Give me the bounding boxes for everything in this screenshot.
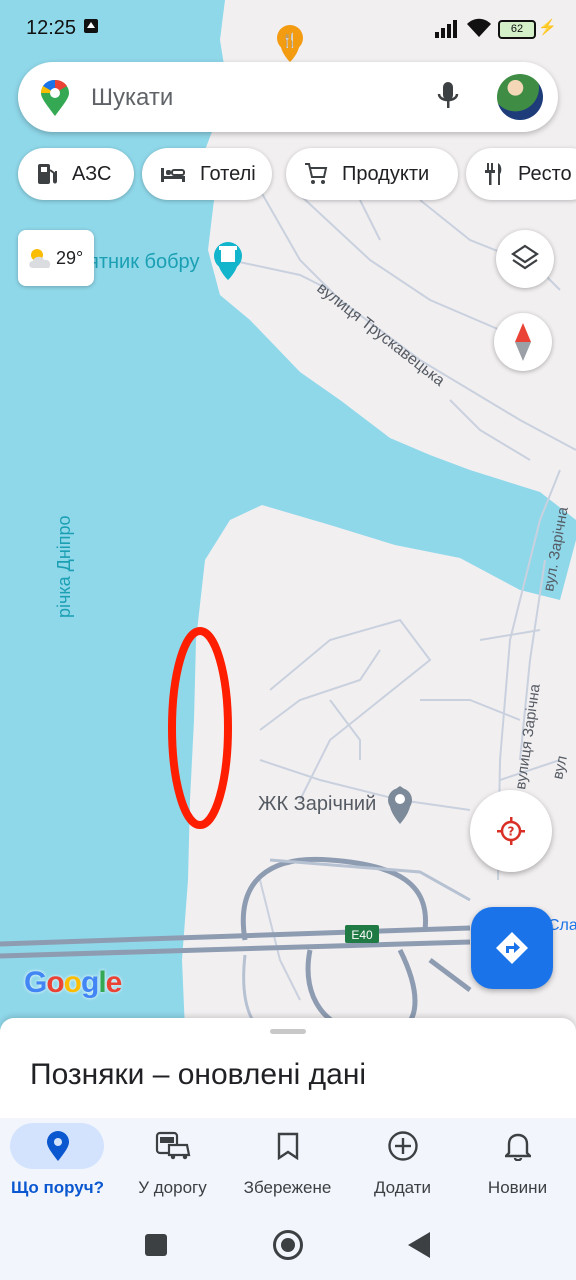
nav-explore[interactable]: Що поруч? xyxy=(0,1118,115,1210)
chip-groceries[interactable]: Продукти xyxy=(286,148,458,200)
my-location-button[interactable]: ? xyxy=(470,790,552,872)
system-navigation-bar xyxy=(0,1210,576,1280)
bottom-sheet[interactable]: Позняки – оновлені дані xyxy=(0,1018,576,1118)
chip-gas-stations[interactable]: АЗС xyxy=(18,148,134,200)
map-label-zk-zarichnyi: ЖК Зарічний xyxy=(258,793,376,815)
cart-icon xyxy=(305,163,328,184)
nav-contribute[interactable]: Додати xyxy=(345,1118,460,1210)
partly-cloudy-icon xyxy=(29,249,51,268)
maps-logo-icon xyxy=(40,80,69,116)
chip-restaurants[interactable]: Ресто xyxy=(466,148,576,200)
back-button[interactable] xyxy=(408,1232,430,1258)
nav-go[interactable]: У дорогу xyxy=(115,1118,230,1210)
chip-hotels[interactable]: Готелі xyxy=(142,148,272,200)
recent-apps-button[interactable] xyxy=(145,1234,167,1256)
layers-icon xyxy=(511,244,539,270)
nav-label: У дорогу xyxy=(138,1178,207,1197)
location-target-icon: ? xyxy=(497,817,525,845)
bottom-navigation: Що поруч? У дорогу Збережене Додати Нови… xyxy=(0,1118,576,1210)
upload-icon xyxy=(84,19,98,33)
status-bar: 12:25 62 ⚡ xyxy=(0,0,576,58)
home-dot xyxy=(281,1238,295,1252)
weather-widget[interactable]: 29° xyxy=(18,230,94,286)
hotel-bed-icon xyxy=(161,168,185,182)
chip-label: АЗС xyxy=(72,162,112,185)
gas-station-icon xyxy=(38,164,57,184)
search-bar[interactable]: Шукати xyxy=(18,62,558,132)
map-label-beaver-monument: ятник бобру xyxy=(88,251,199,273)
restaurant-icon xyxy=(485,163,502,185)
bookmark-icon xyxy=(268,1126,308,1166)
chip-label: Готелі xyxy=(200,162,256,185)
avatar[interactable] xyxy=(497,74,543,120)
status-time: 12:25 xyxy=(26,17,77,39)
weather-temperature: 29° xyxy=(56,248,84,268)
compass-button[interactable] xyxy=(494,313,552,371)
search-input[interactable]: Шукати xyxy=(91,84,173,112)
directions-button[interactable] xyxy=(471,907,553,989)
microphone-icon[interactable] xyxy=(436,80,460,114)
nav-saved[interactable]: Збережене xyxy=(230,1118,345,1210)
directions-icon xyxy=(496,932,528,964)
nav-label: Додати xyxy=(373,1178,432,1197)
svg-text:?: ? xyxy=(508,825,515,839)
compass-icon xyxy=(515,323,531,361)
bell-icon xyxy=(498,1126,538,1166)
signal-icon xyxy=(435,20,457,38)
highway-shield-e40: E40 xyxy=(351,928,373,942)
map-label-dnipro: річка Дніпро xyxy=(54,515,74,618)
nav-updates[interactable]: Новини xyxy=(460,1118,575,1210)
layers-button[interactable] xyxy=(496,230,554,288)
home-button[interactable] xyxy=(273,1230,303,1260)
chip-label: Ресто xyxy=(518,162,572,185)
chip-label: Продукти xyxy=(342,162,430,185)
nav-label: Збережене xyxy=(243,1178,332,1197)
nav-label: Що поруч? xyxy=(11,1178,104,1197)
location-pin-icon xyxy=(38,1126,78,1166)
add-circle-icon xyxy=(383,1126,423,1166)
battery-indicator: 62 xyxy=(498,20,536,39)
commute-icon xyxy=(153,1126,193,1166)
sheet-drag-handle[interactable] xyxy=(270,1029,306,1034)
charging-icon: ⚡ xyxy=(538,19,557,36)
sheet-title: Позняки – оновлені дані xyxy=(30,1058,367,1091)
google-logo: Google xyxy=(24,966,122,999)
nav-label: Новини xyxy=(487,1178,548,1197)
wifi-icon xyxy=(467,18,491,37)
